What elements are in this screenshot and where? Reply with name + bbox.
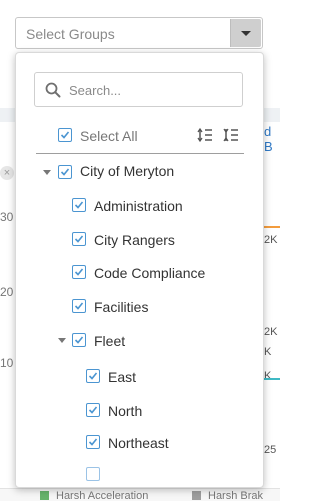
background-value: K bbox=[264, 346, 272, 358]
tree-item-city-of-meryton[interactable]: City of Meryton bbox=[80, 163, 174, 179]
select-all-checkbox[interactable] bbox=[58, 128, 72, 142]
background-y-label: 20 bbox=[0, 285, 14, 299]
groups-dropdown-panel: Search... Select All City of Meryton Adm… bbox=[15, 52, 264, 488]
search-placeholder: Search... bbox=[69, 83, 122, 98]
tree-item-northeast[interactable]: Northeast bbox=[108, 435, 169, 451]
divider bbox=[36, 153, 244, 154]
legend-swatch bbox=[192, 491, 201, 500]
caret-down-icon bbox=[241, 31, 251, 36]
collapse-all-icon[interactable] bbox=[223, 127, 239, 143]
checkmark-icon bbox=[88, 406, 98, 414]
tree-checkbox[interactable] bbox=[72, 333, 86, 347]
background-link-text: d B bbox=[264, 124, 273, 154]
expand-arrow-icon[interactable] bbox=[43, 170, 51, 175]
tree-checkbox[interactable] bbox=[58, 165, 72, 179]
checkmark-icon bbox=[60, 168, 70, 176]
expand-arrow-icon[interactable] bbox=[58, 338, 66, 343]
background-value: K bbox=[264, 370, 272, 382]
tree-item-fleet[interactable]: Fleet bbox=[94, 333, 125, 349]
background-value: 25 bbox=[264, 444, 277, 456]
select-groups-dropdown[interactable]: Select Groups bbox=[15, 17, 263, 49]
checkmark-icon bbox=[60, 131, 70, 139]
checkmark-icon bbox=[74, 235, 84, 243]
background-y-label: 10 bbox=[0, 356, 14, 370]
expand-all-icon[interactable] bbox=[197, 127, 213, 143]
search-input[interactable]: Search... bbox=[34, 72, 243, 107]
legend-item: Harsh Acceleration bbox=[56, 490, 149, 502]
tree-checkbox[interactable] bbox=[72, 232, 86, 246]
background-y-label: 30 bbox=[0, 210, 14, 224]
tree-checkbox-partial[interactable] bbox=[86, 467, 100, 481]
legend-swatch bbox=[40, 491, 49, 500]
tree-item-administration[interactable]: Administration bbox=[94, 198, 183, 214]
legend-item: Harsh Brak bbox=[208, 490, 264, 502]
checkmark-icon bbox=[74, 268, 84, 276]
tree-item-north[interactable]: North bbox=[108, 403, 142, 419]
tree-item-city-rangers[interactable]: City Rangers bbox=[94, 232, 175, 248]
checkmark-icon bbox=[74, 336, 84, 344]
select-all-label: Select All bbox=[80, 128, 138, 144]
tree-checkbox[interactable] bbox=[86, 369, 100, 383]
background-value: 2K bbox=[264, 326, 278, 338]
checkmark-icon bbox=[88, 372, 98, 380]
tree-item-east[interactable]: East bbox=[108, 369, 136, 385]
checkmark-icon bbox=[74, 201, 84, 209]
background-close-icon: × bbox=[0, 166, 14, 180]
checkmark-icon bbox=[88, 438, 98, 446]
tree-item-code-compliance[interactable]: Code Compliance bbox=[94, 265, 205, 281]
background-series-line bbox=[262, 226, 280, 228]
tree-checkbox[interactable] bbox=[72, 198, 86, 212]
search-icon bbox=[45, 82, 61, 98]
select-groups-placeholder: Select Groups bbox=[26, 26, 115, 42]
dropdown-toggle-button[interactable] bbox=[230, 19, 261, 47]
checkmark-icon bbox=[74, 302, 84, 310]
tree-checkbox[interactable] bbox=[72, 265, 86, 279]
tree-checkbox[interactable] bbox=[86, 403, 100, 417]
tree-checkbox[interactable] bbox=[72, 299, 86, 313]
background-value: 2K bbox=[264, 234, 278, 246]
tree-checkbox[interactable] bbox=[86, 435, 100, 449]
tree-item-facilities[interactable]: Facilities bbox=[94, 299, 148, 315]
